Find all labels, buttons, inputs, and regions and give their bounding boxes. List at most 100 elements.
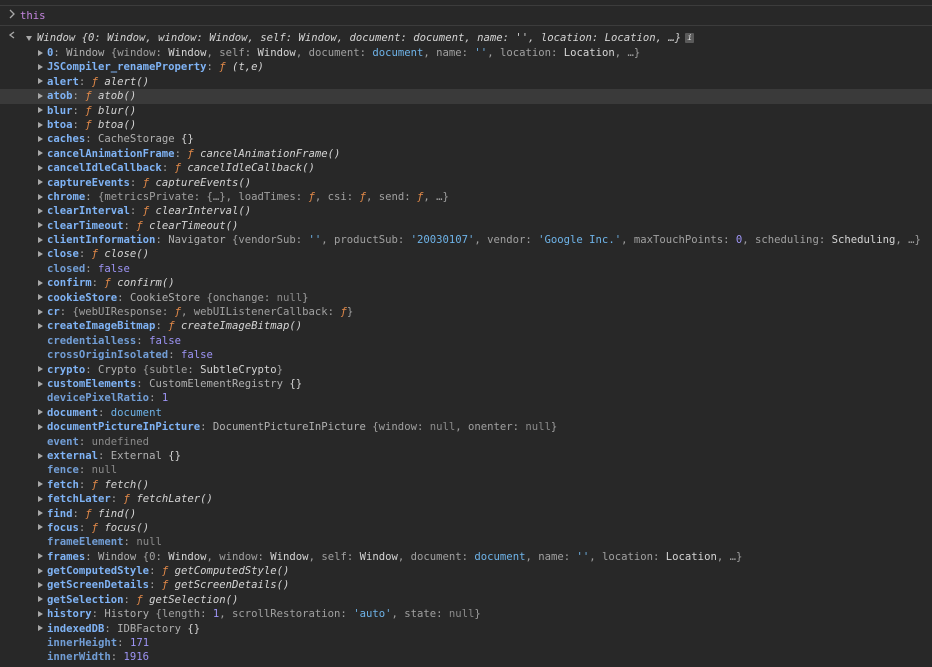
triangle-right-icon[interactable] [38, 452, 43, 459]
property-row[interactable]: getSelection: ƒ getSelection() [0, 593, 932, 607]
value-token: {0: [136, 550, 169, 563]
property-row[interactable]: indexedDB: IDBFactory {} [0, 622, 932, 636]
triangle-right-icon[interactable] [38, 596, 43, 603]
property-row[interactable]: getComputedStyle: ƒ getComputedStyle() [0, 564, 932, 578]
property-row[interactable]: captureEvents: ƒ captureEvents() [0, 176, 932, 190]
triangle-right-icon[interactable] [38, 308, 43, 315]
value-token: ƒ [91, 478, 105, 491]
property-row[interactable]: event: undefined [0, 435, 932, 449]
property-row[interactable]: cancelAnimationFrame: ƒ cancelAnimationF… [0, 147, 932, 161]
triangle-right-icon[interactable] [38, 481, 43, 488]
property-row[interactable]: getScreenDetails: ƒ getScreenDetails() [0, 578, 932, 592]
triangle-right-icon[interactable] [38, 366, 43, 373]
triangle-down-icon[interactable] [26, 35, 32, 41]
triangle-right-icon[interactable] [38, 553, 43, 560]
property-value: ƒ blur() [85, 105, 136, 117]
triangle-right-icon[interactable] [38, 222, 43, 229]
result-summary[interactable]: Window {0: Window, window: Window, self:… [26, 31, 695, 45]
triangle-right-icon[interactable] [38, 63, 43, 70]
property-row[interactable]: devicePixelRatio: 1 [0, 391, 932, 405]
value-token: null [136, 536, 162, 549]
property-colon: : [85, 363, 99, 376]
property-row[interactable]: crypto: Crypto {subtle: SubtleCrypto} [0, 363, 932, 377]
triangle-right-icon[interactable] [38, 179, 43, 186]
triangle-right-icon[interactable] [38, 582, 43, 589]
property-row[interactable]: fetchLater: ƒ fetchLater() [0, 492, 932, 506]
triangle-right-icon[interactable] [38, 78, 43, 85]
property-row[interactable]: fetch: ƒ fetch() [0, 478, 932, 492]
property-row[interactable]: frames: Window {0: Window, window: Windo… [0, 550, 932, 564]
value-token: confirm() [117, 277, 175, 290]
property-row[interactable]: caches: CacheStorage {} [0, 132, 932, 146]
property-row[interactable]: cookieStore: CookieStore {onchange: null… [0, 291, 932, 305]
triangle-right-icon[interactable] [38, 409, 43, 416]
triangle-right-icon[interactable] [38, 610, 43, 617]
triangle-right-icon[interactable] [38, 423, 43, 430]
value-token: {} [174, 133, 194, 146]
triangle-right-icon[interactable] [38, 49, 43, 56]
property-colon: : [149, 392, 162, 405]
property-row[interactable]: btoa: ƒ btoa() [0, 118, 932, 132]
info-icon[interactable]: i [685, 33, 695, 43]
triangle-right-icon[interactable] [38, 510, 43, 517]
property-row[interactable]: documentPictureInPicture: DocumentPictur… [0, 420, 932, 434]
property-row[interactable]: chrome: {metricsPrivate: {…}, loadTimes:… [0, 190, 932, 204]
property-row[interactable]: external: External {} [0, 449, 932, 463]
triangle-right-icon[interactable] [38, 135, 43, 142]
property-row[interactable]: crossOriginIsolated: false [0, 348, 932, 362]
property-row[interactable]: focus: ƒ focus() [0, 521, 932, 535]
console-input-line[interactable]: this [0, 6, 932, 26]
property-value: {metricsPrivate: {…}, loadTimes: ƒ, csi:… [98, 191, 449, 203]
triangle-right-icon[interactable] [38, 323, 43, 330]
property-row[interactable]: close: ƒ close() [0, 247, 932, 261]
triangle-right-icon[interactable] [38, 150, 43, 157]
property-row[interactable]: clearTimeout: ƒ clearTimeout() [0, 219, 932, 233]
triangle-right-icon[interactable] [38, 164, 43, 171]
value-token: SubtleCrypto [200, 363, 277, 376]
property-colon: : [72, 507, 86, 520]
property-key: btoa [47, 118, 73, 131]
property-row[interactable]: blur: ƒ blur() [0, 104, 932, 118]
property-value: {webUIResponse: ƒ, webUIListenerCallback… [73, 306, 354, 318]
property-row[interactable]: cr: {webUIResponse: ƒ, webUIListenerCall… [0, 305, 932, 319]
property-row[interactable]: innerWidth: 1916 [0, 650, 932, 664]
property-row[interactable]: alert: ƒ alert() [0, 75, 932, 89]
property-value: Crypto {subtle: SubtleCrypto} [98, 364, 283, 376]
property-row[interactable]: history: History {length: 1, scrollResto… [0, 607, 932, 621]
property-row[interactable]: fence: null [0, 463, 932, 477]
property-row[interactable]: customElements: CustomElementRegistry {} [0, 377, 932, 391]
property-row[interactable]: confirm: ƒ confirm() [0, 276, 932, 290]
triangle-right-icon[interactable] [38, 294, 43, 301]
property-row[interactable]: clientInformation: Navigator {vendorSub:… [0, 233, 932, 247]
triangle-right-icon[interactable] [38, 279, 43, 286]
triangle-right-icon[interactable] [38, 495, 43, 502]
triangle-right-icon[interactable] [38, 193, 43, 200]
property-key: getComputedStyle [47, 565, 150, 578]
property-row[interactable]: innerHeight: 171 [0, 636, 932, 650]
property-row[interactable]: find: ƒ find() [0, 507, 932, 521]
property-colon: : [53, 47, 67, 59]
property-row[interactable]: document: document [0, 406, 932, 420]
triangle-right-icon[interactable] [38, 567, 43, 574]
property-colon: : [104, 622, 118, 635]
property-row[interactable]: JSCompiler_renameProperty: ƒ (t,e) [0, 60, 932, 74]
property-value: ƒ getComputedStyle() [162, 565, 290, 577]
property-row[interactable]: createImageBitmap: ƒ createImageBitmap() [0, 319, 932, 333]
triangle-right-icon[interactable] [38, 236, 43, 243]
property-row[interactable]: 0: Window {window: Window, self: Window,… [0, 46, 932, 60]
property-row[interactable]: frameElement: null [0, 535, 932, 549]
triangle-right-icon[interactable] [38, 207, 43, 214]
triangle-right-icon[interactable] [38, 625, 43, 632]
property-row[interactable]: atob: ƒ atob() [0, 89, 932, 104]
triangle-right-icon[interactable] [38, 121, 43, 128]
property-row[interactable]: credentialless: false [0, 334, 932, 348]
property-row[interactable]: closed: false [0, 262, 932, 276]
value-token: atob() [98, 90, 137, 103]
triangle-right-icon[interactable] [38, 251, 43, 258]
triangle-right-icon[interactable] [38, 107, 43, 114]
triangle-right-icon[interactable] [38, 380, 43, 387]
property-row[interactable]: cancelIdleCallback: ƒ cancelIdleCallback… [0, 161, 932, 175]
property-row[interactable]: clearInterval: ƒ clearInterval() [0, 204, 932, 218]
triangle-right-icon[interactable] [38, 92, 43, 99]
triangle-right-icon[interactable] [38, 524, 43, 531]
